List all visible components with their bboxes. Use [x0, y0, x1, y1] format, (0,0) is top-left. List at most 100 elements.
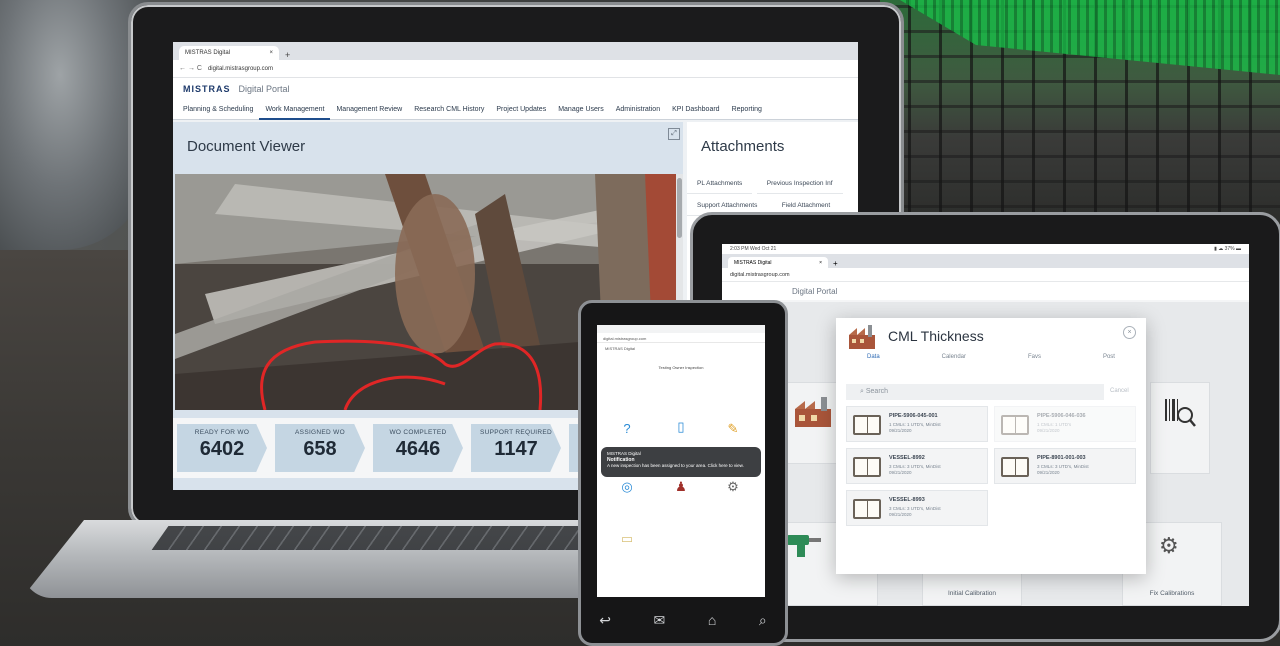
cml-tab-calendar[interactable]: Calendar: [942, 354, 966, 368]
tablet-address-bar[interactable]: digital.mistrasgroup.com: [722, 268, 1249, 282]
stat-assigned-wo[interactable]: ASSIGNED WO 658: [275, 424, 365, 472]
mistras-logo[interactable]: MISTRAS: [183, 84, 231, 94]
stat-label: WO COMPLETED: [389, 429, 447, 436]
close-icon[interactable]: ×: [1123, 326, 1136, 339]
message-icon[interactable]: ✉: [654, 612, 666, 629]
book-icon: [1001, 457, 1029, 477]
document-icon[interactable]: ▭: [619, 531, 635, 547]
portal-title: Digital Portal: [238, 84, 290, 94]
stat-wo-completed[interactable]: WO COMPLETED 4646: [373, 424, 463, 472]
tab-pl-attachments[interactable]: PL Attachments: [687, 174, 753, 194]
cml-item-date: 09/21/2020: [1037, 428, 1060, 433]
back-icon[interactable]: ↩: [599, 612, 611, 629]
factory-icon: [849, 325, 875, 349]
nav-item-manage-users[interactable]: Manage Users: [552, 100, 610, 120]
cml-item-details: 3 CMLs: 3 UTD's, MinDist 09/21/2020: [889, 506, 941, 518]
tab-close-icon[interactable]: ×: [819, 260, 822, 268]
cml-item-details: 1 CMLs: 1 UTD's 09/21/2020: [1037, 422, 1071, 434]
address-url[interactable]: digital.mistrasgroup.com: [208, 66, 273, 72]
location-icon[interactable]: ◎: [619, 479, 635, 495]
notification-toast[interactable]: MISTRAS Digital Notification A new inspe…: [601, 447, 761, 477]
book-icon: [853, 457, 881, 477]
nav-item-administration[interactable]: Administration: [610, 100, 666, 120]
cml-list-item[interactable]: PIPE-5906-046-036 1 CMLs: 1 UTD's 09/21/2…: [994, 406, 1136, 442]
tab-close-icon[interactable]: ×: [269, 50, 273, 60]
cml-item-count: 1 CMLs: 1 UTD's: [1037, 422, 1072, 427]
cml-item-date: 09/21/2020: [889, 470, 912, 475]
pencil-icon[interactable]: ✎: [725, 421, 741, 437]
new-tab-icon[interactable]: +: [828, 259, 843, 268]
cml-item-title: VESSEL-8993: [889, 497, 925, 503]
drill-icon: [787, 535, 821, 557]
tablet-status-icons: ▮ ☁ 37% ▬: [1214, 246, 1241, 252]
help-icon[interactable]: ?: [619, 421, 635, 437]
cml-search-placeholder: Search: [865, 388, 889, 395]
cml-tab-favs[interactable]: Favs: [1028, 354, 1041, 368]
phone-device-icon[interactable]: ▯: [673, 419, 689, 435]
browser-tab[interactable]: MISTRAS Digital ×: [179, 46, 279, 60]
phone-nav-bar: ↩ ✉ ⌂ ⌕: [578, 600, 788, 640]
tablet-browser-tab[interactable]: MISTRAS Digital ×: [728, 257, 828, 268]
home-icon[interactable]: ⌂: [708, 612, 716, 628]
nav-item-project-updates[interactable]: Project Updates: [490, 100, 552, 120]
stat-label: READY FOR WO: [194, 429, 250, 436]
stat-value: 1147: [494, 438, 538, 460]
stat-value: 658: [303, 438, 337, 460]
cml-item-count: 3 CMLs: 3 UTD's, MinDist: [1037, 464, 1089, 469]
new-tab-icon[interactable]: +: [279, 50, 296, 60]
tablet-card-factory[interactable]: [782, 382, 842, 464]
expand-icon[interactable]: ⤢: [668, 128, 680, 140]
tablet-address-url[interactable]: digital.mistrasgroup.com: [730, 272, 790, 278]
nav-item-reporting[interactable]: Reporting: [726, 100, 768, 120]
stat-value: 6402: [199, 438, 245, 460]
cml-thickness-modal: CML Thickness × Data Calendar Favs Post …: [836, 318, 1146, 574]
gear-icon: ⚙: [1159, 533, 1179, 558]
cml-thickness-title: CML Thickness: [888, 328, 984, 344]
toast-body: A new inspection has been assigned to yo…: [607, 463, 744, 468]
factory-icon: [795, 397, 831, 427]
phone-address-bar[interactable]: digital.mistrasgroup.com: [597, 333, 765, 343]
settings-icon[interactable]: ⚙: [725, 479, 741, 495]
nav-item-planning[interactable]: Planning & Scheduling: [177, 100, 259, 120]
tablet-status-time: 2:03 PM Wed Oct 21: [730, 246, 777, 252]
cml-item-date: 09/21/2020: [889, 512, 912, 517]
cml-item-title: VESSEL-8992: [889, 455, 925, 461]
cml-item-title: PIPE-5906-045-001: [889, 413, 938, 419]
barcode-search-icon: [1165, 399, 1196, 427]
app-header: MISTRAS Digital Portal: [173, 78, 858, 100]
book-icon: [853, 499, 881, 519]
stat-support-required[interactable]: SUPPORT REQUIRED 1147: [471, 424, 561, 472]
cml-list-item[interactable]: VESSEL-8992 3 CMLs: 3 UTD's, MinDist 09/2…: [846, 448, 988, 484]
stat-label: SUPPORT REQUIRED: [479, 429, 553, 436]
stat-ready-for-wo[interactable]: READY FOR WO 6402: [177, 424, 267, 472]
tablet-card-barcode[interactable]: [1150, 382, 1210, 474]
cml-tab-post[interactable]: Post: [1103, 354, 1115, 368]
phone-address-url[interactable]: digital.mistrasgroup.com: [603, 336, 646, 341]
cml-tab-data[interactable]: Data: [867, 354, 880, 368]
address-bar: ← → C digital.mistrasgroup.com: [173, 60, 858, 78]
cml-list-item[interactable]: VESSEL-8993 3 CMLs: 3 UTD's, MinDist 09/2…: [846, 490, 988, 526]
cml-search-input[interactable]: ⌕ Search: [846, 384, 1104, 400]
tablet-dashboard: Initial Calibration ⚙ Fix Calibrations C…: [722, 302, 1249, 606]
tab-previous-inspection[interactable]: Previous Inspection Inf: [756, 174, 843, 194]
nav-arrows-icon[interactable]: ← → C: [179, 65, 202, 72]
nav-item-management-review[interactable]: Management Review: [330, 100, 408, 120]
search-icon[interactable]: ⌕: [759, 612, 767, 629]
laptop-keyboard: [151, 526, 599, 550]
cml-item-count: 3 CMLs: 3 UTD's, MinDist: [889, 506, 941, 511]
cml-cancel-button[interactable]: Cancel: [1110, 388, 1129, 394]
attachments-title: Attachments: [701, 138, 785, 155]
tablet-status-bar: 2:03 PM Wed Oct 21 ▮ ☁ 37% ▬: [722, 244, 1249, 254]
browser-tab-title: MISTRAS Digital: [185, 50, 231, 56]
tablet-screen: 2:03 PM Wed Oct 21 ▮ ☁ 37% ▬ MISTRAS Dig…: [722, 244, 1249, 606]
nav-item-research-cml[interactable]: Research CML History: [408, 100, 490, 120]
phone-page-header: Testing Owner Inspection: [658, 365, 704, 370]
cml-list-item[interactable]: PIPE-8901-001-003 3 CMLs: 3 UTD's, MinDi…: [994, 448, 1136, 484]
cml-item-count: 1 CMLs: 1 UTD's, MinDist: [889, 422, 941, 427]
nav-item-kpi-dashboard[interactable]: KPI Dashboard: [666, 100, 725, 120]
user-icon[interactable]: ♟: [673, 479, 689, 495]
phone-brand: MISTRAS Digital: [605, 346, 636, 351]
tablet-tab-title: MISTRAS Digital: [734, 260, 772, 266]
nav-item-work-management[interactable]: Work Management: [259, 100, 331, 120]
cml-list-item[interactable]: PIPE-5906-045-001 1 CMLs: 1 UTD's, MinDi…: [846, 406, 988, 442]
